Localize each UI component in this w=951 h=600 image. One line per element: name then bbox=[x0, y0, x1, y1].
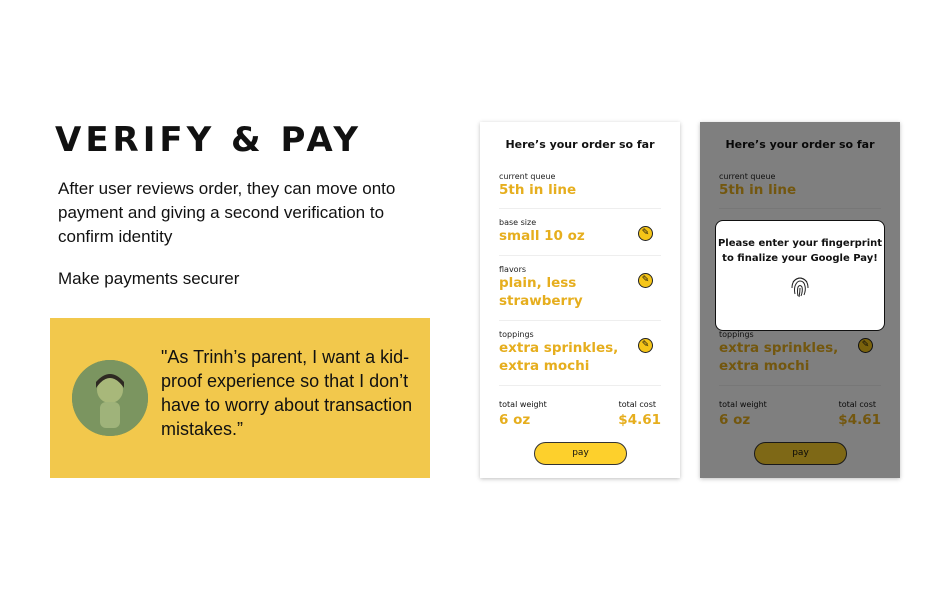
weight-label: total weight bbox=[499, 400, 547, 409]
page-title: VERIFY & PAY bbox=[55, 120, 363, 160]
toppings-label: toppings bbox=[499, 330, 534, 339]
flavors-label: flavors bbox=[499, 265, 527, 274]
user-story-panel: "As Trinh’s parent, I want a kid-proof e… bbox=[50, 318, 430, 478]
screen-title: Here’s your order so far bbox=[505, 138, 655, 151]
size-label: base size bbox=[499, 218, 537, 227]
size-row: base size small 10 oz ✎ bbox=[499, 218, 661, 256]
toppings-row: toppingsextra sprinkles, extra mochi ✎ bbox=[499, 330, 661, 386]
cost-value: $4.61 bbox=[618, 412, 661, 428]
size-value: small 10 oz bbox=[499, 228, 585, 244]
description: After user reviews order, they can move … bbox=[58, 179, 396, 246]
order-summary-screen: Here’s your order so far current queue 5t… bbox=[480, 122, 680, 478]
queue-value: 5th in line bbox=[499, 182, 577, 198]
queue-row: current queue5th in line bbox=[499, 172, 661, 209]
avatar bbox=[72, 360, 148, 436]
edit-pencil-icon[interactable]: ✎ bbox=[638, 338, 653, 353]
edit-pencil-icon[interactable]: ✎ bbox=[638, 226, 653, 241]
edit-pencil-icon[interactable]: ✎ bbox=[638, 273, 653, 288]
pay-button[interactable]: pay bbox=[534, 442, 627, 465]
subpoint: Make payments securer bbox=[58, 269, 240, 288]
user-story-quote: "As Trinh’s parent, I want a kid-proof e… bbox=[161, 347, 413, 439]
modal-message: Please enter your fingerprint to finaliz… bbox=[717, 238, 883, 264]
flavors-row: flavors plain, less strawberry ✎ bbox=[499, 265, 661, 321]
toppings-value: extra sprinkles, extra mochi bbox=[499, 340, 619, 374]
fingerprint-icon[interactable] bbox=[789, 274, 811, 298]
cost-label: total cost bbox=[618, 400, 656, 409]
fingerprint-verify-screen: Here’s your order so far current queue5t… bbox=[700, 122, 900, 478]
fingerprint-modal: Please enter your fingerprint to finaliz… bbox=[715, 220, 885, 331]
queue-label: current queue bbox=[499, 172, 556, 181]
flavors-value: plain, less strawberry bbox=[499, 275, 583, 309]
weight-value: 6 oz bbox=[499, 412, 531, 428]
